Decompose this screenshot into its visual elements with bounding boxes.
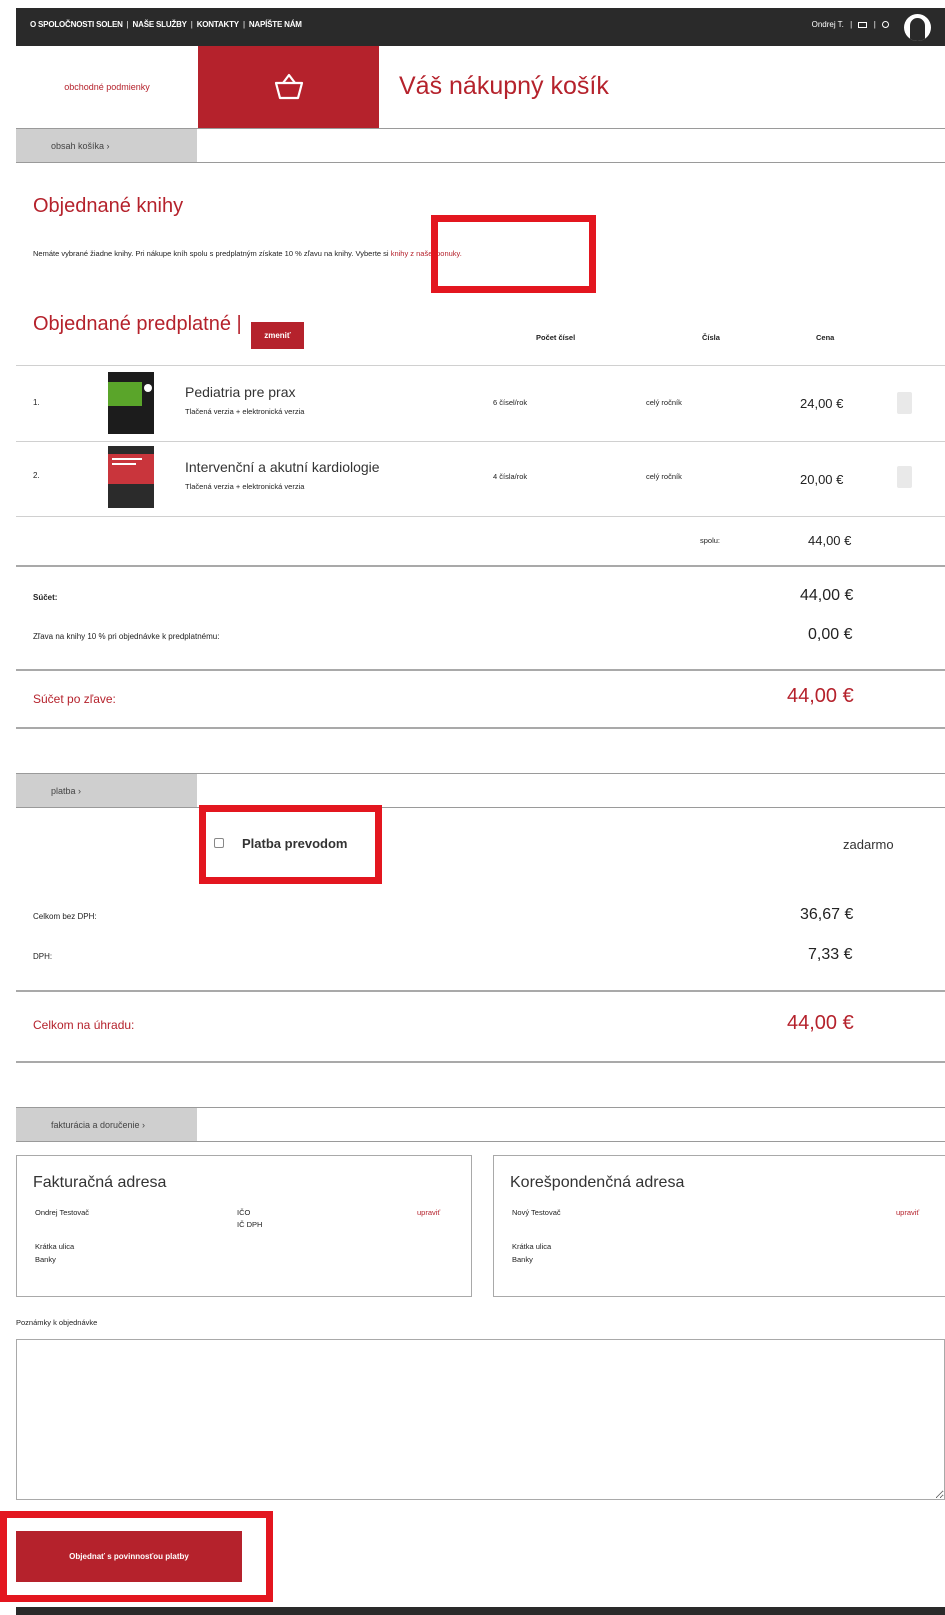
sum-label: Súčet: (33, 593, 58, 602)
sum-value: 44,00 € (800, 587, 854, 604)
vat-value: 7,33 € (808, 946, 853, 963)
invoice-street: Krátka ulica (35, 1242, 75, 1251)
item-index: 1. (33, 398, 40, 407)
divider (16, 1141, 945, 1142)
nav-separator: | (190, 20, 193, 29)
main-nav: O SPOLOČNOSTI SOLEN | NAŠE SLUŽBY | KONTAKTY… (30, 20, 302, 29)
divider (16, 162, 945, 163)
correspondence-street: Krátka ulica (512, 1242, 552, 1251)
column-header-price: Cena (816, 333, 835, 342)
product-variant: Tlačená verzia + elektronická verzia (185, 482, 305, 491)
discount-label: Zľava na knihy 10 % pri objednávke k pre… (33, 632, 220, 641)
nav-link-services[interactable]: NAŠE SLUŽBY (133, 20, 187, 29)
top-nav-bar: O SPOLOČNOSTI SOLEN | NAŠE SLUŽBY | KONTAKTY… (16, 8, 945, 46)
subscriptions-title: Objednané predplatné | (33, 313, 242, 335)
change-subscription-button[interactable]: zmeniť (251, 322, 304, 349)
logout-icon[interactable] (882, 21, 889, 29)
divider (16, 365, 945, 366)
invoice-address-box: Fakturačná adresa Ondrej Testovač IČO IČ… (16, 1155, 472, 1297)
nav-link-write-us[interactable]: NAPÍŠTE NÁM (249, 20, 302, 29)
correspondence-city: Banky (512, 1255, 533, 1264)
item-index: 2. (33, 471, 40, 480)
nav-separator: | (873, 20, 876, 29)
no-vat-value: 36,67 € (800, 906, 854, 923)
product-numbers: celý ročník (646, 398, 682, 407)
product-issues: 6 čísel/rok (493, 398, 528, 407)
product-name[interactable]: Pediatria pre prax (185, 384, 296, 400)
invoice-name: Ondrej Testovač (35, 1208, 90, 1217)
grand-total-label: Celkom na úhradu: (33, 1018, 135, 1032)
correspondence-edit-link[interactable]: upraviť (896, 1208, 919, 1217)
correspondence-address-box: Korešpondenčná adresa Nový Testovač upra… (493, 1155, 945, 1297)
avatar[interactable] (904, 14, 931, 41)
terms-link[interactable]: obchodné podmienky (16, 46, 198, 128)
basket-icon (274, 73, 303, 100)
divider (16, 565, 945, 567)
nav-separator: | (126, 20, 129, 29)
subscriptions-total-value: 44,00 € (808, 533, 852, 548)
divider (16, 990, 945, 992)
product-variant: Tlačená verzia + elektronická verzia (185, 407, 305, 416)
product-numbers: celý ročník (646, 472, 682, 481)
highlight-box (0, 1511, 273, 1602)
books-notice-text: Nemáte vybrané žiadne knihy. Pri nákupe … (33, 249, 354, 258)
correspondence-name: Nový Testovač (512, 1208, 561, 1217)
correspondence-address-title: Korešpondenčná adresa (510, 1174, 685, 1191)
discount-value: 0,00 € (808, 626, 853, 643)
billing-tab[interactable]: fakturácia a doručenie › (16, 1108, 197, 1141)
nav-link-about[interactable]: O SPOLOČNOSTI SOLEN (30, 20, 123, 29)
notes-textarea[interactable] (16, 1339, 945, 1500)
divider (16, 516, 945, 517)
invoice-city: Banky (35, 1255, 56, 1264)
column-header-numbers: Čísla (702, 333, 720, 342)
subscriptions-total-label: spolu: (700, 536, 721, 545)
trash-icon[interactable] (897, 392, 912, 414)
page-title: Váš nákupný košík (399, 72, 609, 100)
nav-separator: | (242, 20, 245, 29)
product-thumbnail[interactable] (108, 372, 154, 434)
product-price: 24,00 € (800, 396, 844, 411)
footer-bar (16, 1607, 945, 1615)
invoice-address-title: Fakturačná adresa (33, 1174, 167, 1191)
basket-banner (198, 46, 379, 128)
payment-option-price: zadarmo (843, 837, 894, 852)
user-name-link[interactable]: Ondrej T. (812, 20, 844, 29)
product-price: 20,00 € (800, 472, 844, 487)
vat-label: DPH: (33, 952, 53, 961)
books-notice-cta: Vyberte si (355, 249, 389, 258)
highlight-box (431, 215, 596, 293)
invoice-ico: IČO (237, 1208, 251, 1217)
invoice-edit-link[interactable]: upraviť (417, 1208, 440, 1217)
divider (16, 441, 945, 442)
user-menu: Ondrej T. | | (812, 20, 889, 29)
divider (16, 727, 945, 729)
product-name[interactable]: Intervenční a akutní kardiologie (185, 459, 380, 475)
highlight-box (199, 805, 382, 884)
nav-separator: | (850, 20, 853, 29)
column-header-issues: Počet čísel (536, 333, 576, 342)
divider (16, 1061, 945, 1063)
nav-link-contacts[interactable]: KONTAKTY (197, 20, 239, 29)
cart-icon[interactable] (858, 21, 868, 28)
product-issues: 4 čísla/rok (493, 472, 528, 481)
books-title: Objednané knihy (33, 195, 184, 217)
discounted-total-label: Súčet po zľave: (33, 692, 116, 706)
trash-icon[interactable] (897, 466, 912, 488)
invoice-ic-dph: IČ DPH (237, 1220, 263, 1229)
books-notice: Nemáte vybrané žiadne knihy. Pri nákupe … (33, 249, 462, 258)
payment-tab[interactable]: platba › (16, 774, 197, 807)
no-vat-label: Celkom bez DPH: (33, 912, 97, 921)
grand-total-value: 44,00 € (787, 1012, 854, 1034)
cart-tab[interactable]: obsah košíka › (16, 129, 197, 162)
product-thumbnail[interactable] (108, 446, 154, 508)
divider (16, 807, 945, 808)
divider (16, 669, 945, 671)
notes-label: Poznámky k objednávke (16, 1318, 98, 1327)
discounted-total-value: 44,00 € (787, 685, 854, 707)
